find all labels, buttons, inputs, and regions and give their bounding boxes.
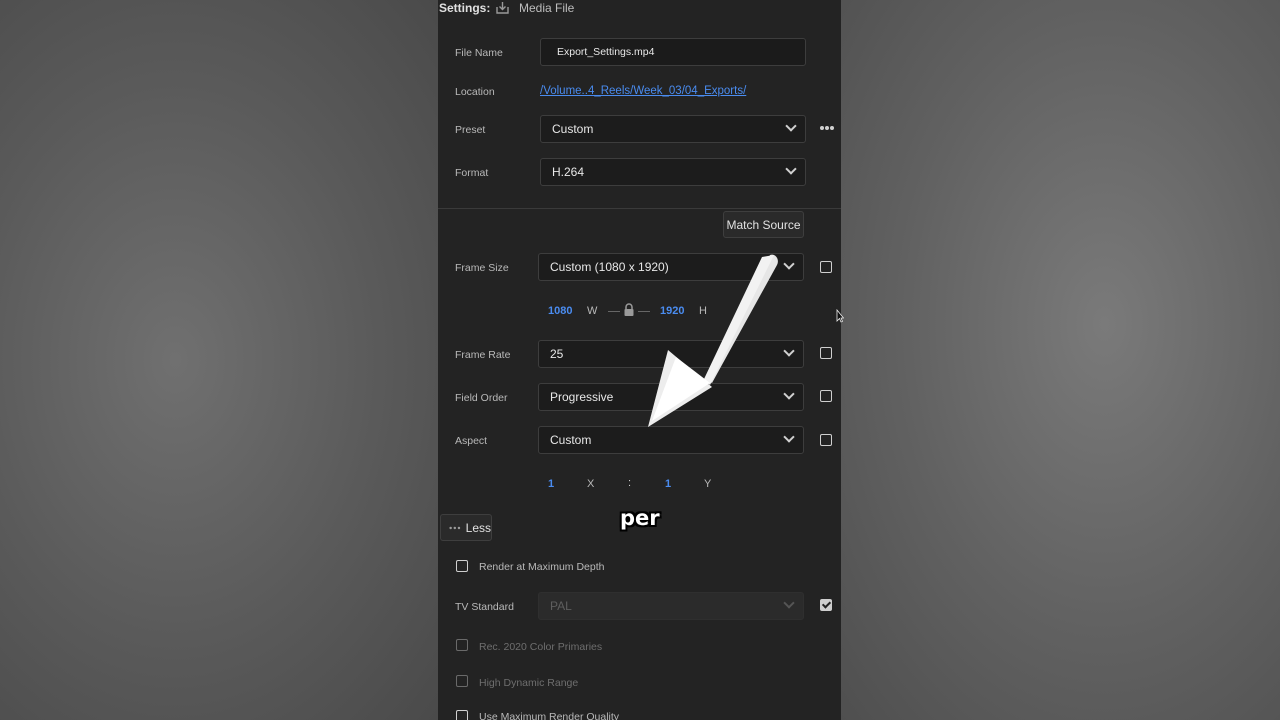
background-right bbox=[841, 0, 1280, 720]
location-link[interactable]: /Volume..4_Reels/Week_03/04_Exports/ bbox=[540, 85, 746, 97]
frame-size-label: Frame Size bbox=[455, 262, 509, 274]
video-caption: per bbox=[620, 506, 660, 530]
link-line bbox=[608, 311, 620, 312]
section-divider bbox=[438, 208, 841, 209]
settings-label: Settings: bbox=[439, 1, 491, 15]
frame-size-checkbox[interactable] bbox=[820, 261, 832, 273]
aspect-x-value[interactable]: 1 bbox=[548, 478, 554, 490]
rec2020-label: Rec. 2020 Color Primaries bbox=[479, 641, 603, 653]
frame-rate-checkbox[interactable] bbox=[820, 347, 832, 359]
aspect-checkbox[interactable] bbox=[820, 434, 832, 446]
width-label: W bbox=[587, 305, 598, 317]
frame-rate-label: Frame Rate bbox=[455, 349, 511, 361]
max-render-quality-label: Use Maximum Render Quality bbox=[479, 711, 620, 720]
ellipsis-icon bbox=[449, 526, 461, 529]
annotation-arrow-icon bbox=[648, 254, 778, 427]
field-order-value: Progressive bbox=[550, 390, 614, 404]
media-file-icon bbox=[496, 2, 509, 14]
file-name-input[interactable]: Export_Settings.mp4 bbox=[540, 38, 806, 66]
format-select[interactable]: H.264 bbox=[540, 158, 806, 186]
aspect-x-label: X bbox=[587, 478, 595, 490]
hdr-checkbox[interactable] bbox=[456, 675, 468, 687]
match-source-label: Match Source bbox=[726, 217, 801, 232]
media-file-label[interactable]: Media File bbox=[519, 1, 574, 15]
frame-width-value[interactable]: 1080 bbox=[548, 305, 572, 317]
background-left bbox=[0, 0, 438, 720]
render-max-depth-label: Render at Maximum Depth bbox=[479, 561, 605, 573]
rec2020-checkbox[interactable] bbox=[456, 639, 468, 651]
preset-select[interactable]: Custom bbox=[540, 115, 806, 143]
aspect-y-label: Y bbox=[704, 478, 712, 490]
tv-standard-checkbox[interactable] bbox=[820, 599, 832, 611]
file-name-label: File Name bbox=[455, 47, 503, 59]
chevron-down-icon bbox=[783, 597, 795, 609]
more-options-icon[interactable] bbox=[819, 125, 835, 131]
less-label: Less bbox=[465, 520, 491, 535]
aspect-separator: : bbox=[628, 477, 632, 489]
match-source-button[interactable]: Match Source bbox=[723, 211, 804, 238]
render-max-depth-checkbox[interactable] bbox=[456, 560, 468, 572]
preset-label: Preset bbox=[455, 124, 486, 136]
field-order-label: Field Order bbox=[455, 392, 508, 404]
aspect-label: Aspect bbox=[455, 435, 488, 447]
tv-standard-label: TV Standard bbox=[455, 601, 514, 613]
less-button[interactable]: Less bbox=[440, 514, 492, 541]
max-render-quality-checkbox[interactable] bbox=[456, 710, 468, 720]
frame-rate-value: 25 bbox=[550, 347, 564, 361]
chevron-down-icon bbox=[785, 120, 797, 132]
chevron-down-icon bbox=[785, 163, 797, 175]
format-value: H.264 bbox=[552, 165, 585, 179]
location-label: Location bbox=[455, 86, 495, 98]
hdr-label: High Dynamic Range bbox=[479, 677, 579, 689]
file-name-value: Export_Settings.mp4 bbox=[557, 46, 655, 58]
preset-value: Custom bbox=[552, 122, 594, 136]
aspect-y-value[interactable]: 1 bbox=[665, 478, 671, 490]
cursor-icon bbox=[836, 309, 844, 323]
tv-standard-value: PAL bbox=[550, 599, 572, 613]
aspect-value: Custom bbox=[550, 433, 592, 447]
field-order-checkbox[interactable] bbox=[820, 390, 832, 402]
format-label: Format bbox=[455, 167, 489, 179]
tv-standard-select[interactable]: PAL bbox=[538, 592, 804, 620]
